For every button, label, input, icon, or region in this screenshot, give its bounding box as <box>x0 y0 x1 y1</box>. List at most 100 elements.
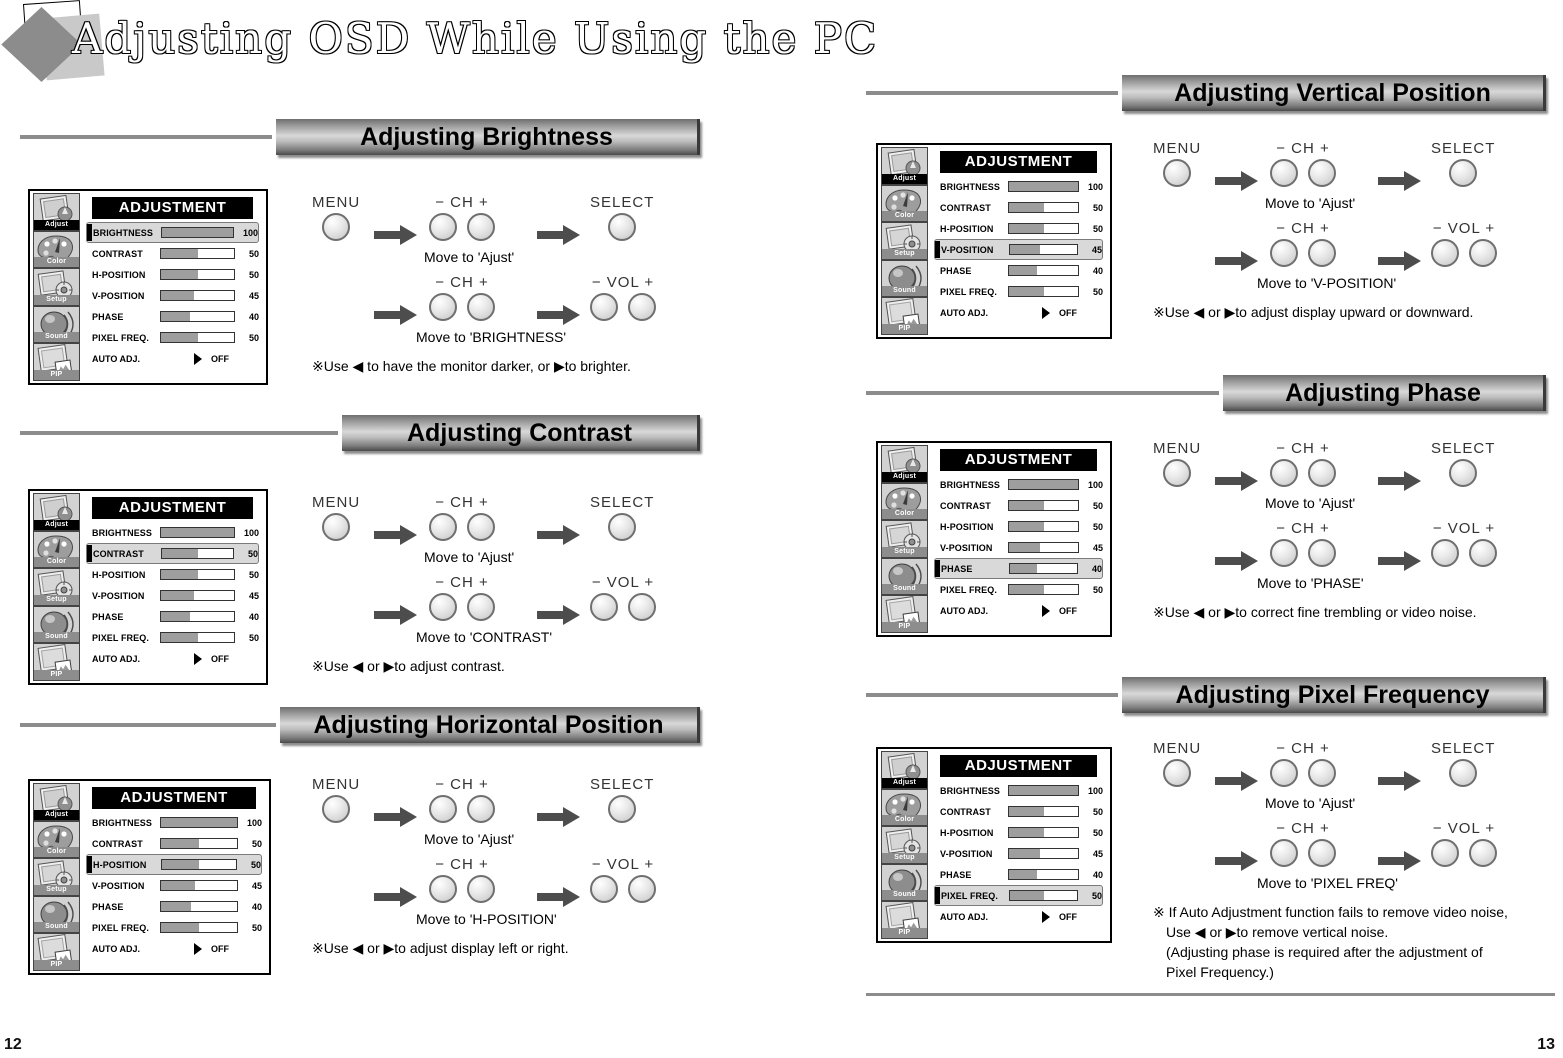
osd-row-slider[interactable] <box>1008 584 1079 595</box>
osd-row-brightness[interactable]: BRIGHTNESS 100 <box>86 222 259 243</box>
osd-row-slider[interactable] <box>1008 265 1079 276</box>
osd-row-slider[interactable] <box>160 311 235 322</box>
ch-step2-minus-button[interactable] <box>1270 839 1298 867</box>
osd-row-v-position[interactable]: V-POSITION 45 <box>86 875 262 896</box>
ch-step1-plus-button[interactable] <box>467 513 495 541</box>
osd-row-pixel-freq[interactable]: PIXEL FREQ. 50 <box>934 579 1103 600</box>
osd-row-slider[interactable] <box>160 269 235 280</box>
osd-sidebar-item-color[interactable]: Color <box>33 230 80 269</box>
osd-row-contrast[interactable]: CONTRAST 50 <box>86 543 259 564</box>
osd-row-slider[interactable] <box>1008 286 1079 297</box>
ch-step2-plus-button[interactable] <box>467 293 495 321</box>
osd-row-slider[interactable] <box>160 611 235 622</box>
menu-button[interactable] <box>1163 459 1192 487</box>
menu-button[interactable] <box>322 513 351 541</box>
osd-row-slider[interactable] <box>160 248 235 259</box>
osd-row-h-position[interactable]: H-POSITION 50 <box>86 564 259 585</box>
osd-sidebar-item-pip[interactable]: PIP <box>33 343 80 381</box>
osd-sidebar-item-color[interactable]: Color <box>33 820 80 859</box>
ch-step1-minus-button[interactable] <box>429 513 457 541</box>
osd-sidebar-item-adjust[interactable]: Adjust <box>33 193 80 231</box>
osd-row-slider[interactable] <box>1008 500 1079 511</box>
vol-minus-button[interactable] <box>590 593 618 621</box>
vol-plus-button[interactable] <box>1469 839 1497 867</box>
osd-row-slider[interactable] <box>1009 244 1078 255</box>
osd-sidebar-item-setup[interactable]: Setup <box>33 568 80 606</box>
osd-row-auto-adj[interactable]: AUTO ADJ. OFF <box>86 348 259 370</box>
osd-row-pixel-freq[interactable]: PIXEL FREQ. 50 <box>934 885 1103 906</box>
osd-row-h-position[interactable]: H-POSITION 50 <box>86 264 259 285</box>
ch-step1-minus-button[interactable] <box>429 795 457 823</box>
osd-row-slider[interactable] <box>1008 542 1079 553</box>
ch-step1-minus-button[interactable] <box>1270 159 1298 187</box>
vol-plus-button[interactable] <box>1469 539 1497 567</box>
select-button[interactable] <box>1449 759 1478 787</box>
vol-plus-button[interactable] <box>628 875 656 903</box>
osd-row-slider[interactable] <box>1008 785 1079 796</box>
osd-row-slider[interactable] <box>1008 181 1079 192</box>
ch-step2-plus-button[interactable] <box>467 593 495 621</box>
select-button[interactable] <box>608 213 637 241</box>
osd-row-v-position[interactable]: V-POSITION 45 <box>86 285 259 306</box>
osd-sidebar-item-pip[interactable]: PIP <box>881 297 928 335</box>
ch-step2-minus-button[interactable] <box>429 293 457 321</box>
osd-sidebar-item-adjust[interactable]: Adjust <box>881 751 928 789</box>
osd-row-v-position[interactable]: V-POSITION 45 <box>934 239 1103 260</box>
osd-sidebar-item-setup[interactable]: Setup <box>33 268 80 306</box>
vol-minus-button[interactable] <box>590 875 618 903</box>
ch-step1-minus-button[interactable] <box>1270 759 1298 787</box>
osd-row-slider[interactable] <box>160 527 235 538</box>
vol-minus-button[interactable] <box>1431 839 1459 867</box>
osd-row-slider[interactable] <box>160 590 235 601</box>
osd-row-auto-adj[interactable]: AUTO ADJ. OFF <box>86 648 259 670</box>
osd-row-contrast[interactable]: CONTRAST 50 <box>934 495 1103 516</box>
osd-sidebar-item-setup[interactable]: Setup <box>881 826 928 864</box>
osd-sidebar-item-adjust[interactable]: Adjust <box>881 445 928 483</box>
ch-step1-minus-button[interactable] <box>1270 459 1298 487</box>
osd-row-slider[interactable] <box>1008 479 1079 490</box>
vol-minus-button[interactable] <box>590 293 618 321</box>
osd-row-brightness[interactable]: BRIGHTNESS 100 <box>934 176 1103 197</box>
ch-step2-plus-button[interactable] <box>467 875 495 903</box>
osd-row-auto-adj[interactable]: AUTO ADJ. OFF <box>934 600 1103 622</box>
osd-sidebar-item-adjust[interactable]: Adjust <box>33 783 80 821</box>
osd-row-slider[interactable] <box>161 548 234 559</box>
osd-row-phase[interactable]: PHASE 40 <box>934 260 1103 281</box>
vol-minus-button[interactable] <box>1431 539 1459 567</box>
osd-row-brightness[interactable]: BRIGHTNESS 100 <box>86 812 262 833</box>
osd-row-slider[interactable] <box>160 901 238 912</box>
osd-sidebar-item-color[interactable]: Color <box>881 482 928 521</box>
osd-row-slider[interactable] <box>160 922 238 933</box>
osd-sidebar-item-sound[interactable]: Sound <box>33 305 80 344</box>
osd-sidebar-item-pip[interactable]: PIP <box>33 643 80 681</box>
osd-sidebar-item-adjust[interactable]: Adjust <box>881 147 928 185</box>
ch-step2-minus-button[interactable] <box>429 875 457 903</box>
osd-row-slider[interactable] <box>1008 521 1079 532</box>
osd-sidebar-item-color[interactable]: Color <box>33 530 80 569</box>
osd-row-slider[interactable] <box>160 290 235 301</box>
osd-row-contrast[interactable]: CONTRAST 50 <box>934 801 1103 822</box>
osd-row-pixel-freq[interactable]: PIXEL FREQ. 50 <box>86 917 262 938</box>
vol-plus-button[interactable] <box>1469 239 1497 267</box>
osd-row-phase[interactable]: PHASE 40 <box>86 306 259 327</box>
ch-step2-minus-button[interactable] <box>429 593 457 621</box>
osd-sidebar-item-setup[interactable]: Setup <box>881 222 928 260</box>
osd-sidebar-item-sound[interactable]: Sound <box>881 557 928 596</box>
ch-step1-plus-button[interactable] <box>467 795 495 823</box>
osd-row-slider[interactable] <box>160 838 238 849</box>
osd-sidebar-item-adjust[interactable]: Adjust <box>33 493 80 531</box>
osd-row-slider[interactable] <box>160 332 235 343</box>
osd-sidebar-item-sound[interactable]: Sound <box>33 605 80 644</box>
osd-row-slider[interactable] <box>160 817 238 828</box>
osd-row-v-position[interactable]: V-POSITION 45 <box>934 843 1103 864</box>
menu-button[interactable] <box>322 795 351 823</box>
osd-row-slider[interactable] <box>1009 890 1078 901</box>
ch-step1-plus-button[interactable] <box>467 213 495 241</box>
osd-row-slider[interactable] <box>1008 223 1079 234</box>
osd-row-pixel-freq[interactable]: PIXEL FREQ. 50 <box>86 327 259 348</box>
osd-row-auto-adj[interactable]: AUTO ADJ. OFF <box>934 906 1103 928</box>
osd-row-brightness[interactable]: BRIGHTNESS 100 <box>934 780 1103 801</box>
osd-sidebar-item-sound[interactable]: Sound <box>33 895 80 934</box>
osd-row-slider[interactable] <box>160 632 235 643</box>
select-button[interactable] <box>608 795 637 823</box>
